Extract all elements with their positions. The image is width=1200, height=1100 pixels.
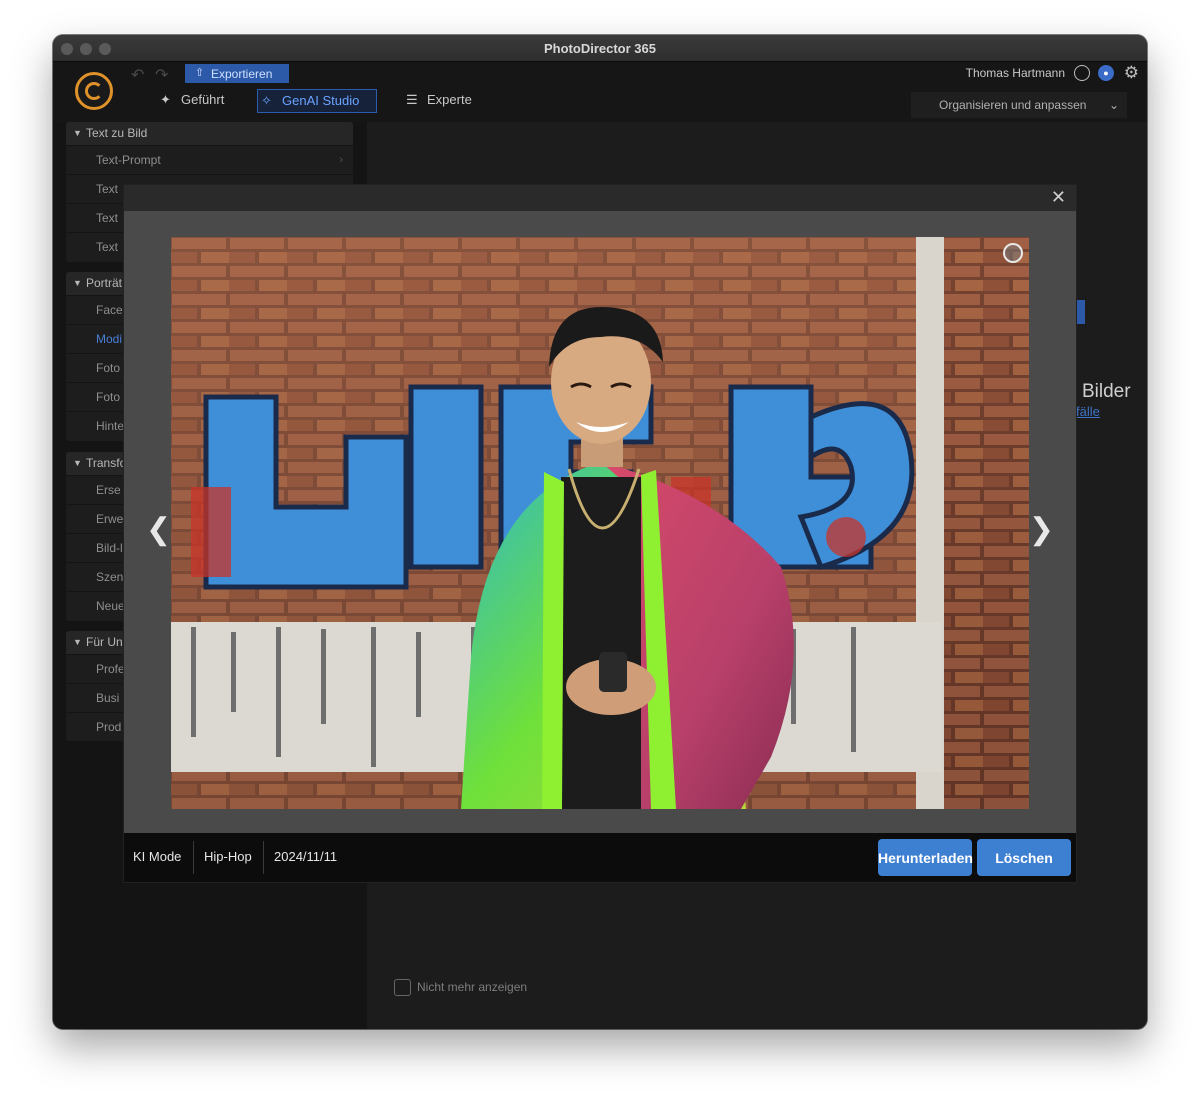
undo-icon[interactable]: ↶ <box>131 65 144 85</box>
sidebar-item-label: Modi <box>96 332 123 346</box>
download-button[interactable]: Herunterladen <box>878 839 973 876</box>
caret-down-icon: ▼ <box>73 278 82 288</box>
tab-expert-label: Experte <box>427 92 472 107</box>
chevron-left-icon[interactable]: ❮ <box>146 512 171 547</box>
notification-icon[interactable]: ● <box>1098 65 1114 81</box>
sidebar-item-label: Prod <box>96 720 122 734</box>
dialog-header: ✕ <box>124 185 1076 211</box>
magic-wand-icon: ✦ <box>160 92 171 107</box>
chevron-right-icon[interactable]: ❯ <box>1029 512 1054 547</box>
title-bar: PhotoDirector 365 <box>53 35 1147 62</box>
sidebar-item-label: Hinte <box>96 419 125 433</box>
photo-illustration <box>171 237 1029 809</box>
account-icon[interactable] <box>1074 65 1090 81</box>
sidebar-item-label: Text <box>96 211 119 225</box>
date-label: 2024/11/11 <box>274 849 338 864</box>
background-link[interactable]: fälle <box>1076 404 1100 419</box>
tab-guided-label: Geführt <box>181 92 225 107</box>
sidebar-item-label: Foto <box>96 390 121 404</box>
dont-show-label: Nicht mehr anzeigen <box>417 980 528 994</box>
layers-icon: ☰ <box>406 92 418 107</box>
sidebar-item-label: Neue <box>96 599 125 613</box>
user-name: Thomas Hartmann <box>965 66 1065 80</box>
window-title: PhotoDirector 365 <box>544 41 656 56</box>
generated-photo <box>171 237 1029 809</box>
gear-icon[interactable]: ⚙ <box>1124 63 1139 83</box>
group-header[interactable]: ▼ Text zu Bild <box>66 122 353 145</box>
redo-icon[interactable]: ↷ <box>155 65 168 85</box>
background-heading: Bilder <box>1082 381 1131 402</box>
sidebar-item-label: Profe <box>96 662 125 676</box>
chevron-right-icon: › <box>339 154 343 166</box>
sidebar-item-label: Text <box>96 240 119 254</box>
sidebar-item-label: Text <box>96 182 119 196</box>
image-preview-dialog: ✕ ❮ ❯ KI Mode Hip-Hop 2024/11/11 Herunte… <box>124 185 1076 882</box>
tab-expert[interactable]: ☰ Experte <box>403 89 493 113</box>
caret-down-icon: ▼ <box>73 128 82 138</box>
sidebar-item-label: Busi <box>96 691 120 705</box>
workspace-select[interactable]: Organisieren und anpassen ⌄ <box>911 92 1127 118</box>
style-label: Hip-Hop <box>204 849 252 864</box>
sidebar-item[interactable]: Text-Prompt › <box>66 145 353 173</box>
dont-show-checkbox[interactable] <box>394 979 411 996</box>
close-icon[interactable]: ✕ <box>1051 187 1066 208</box>
caret-down-icon: ▼ <box>73 637 82 647</box>
group-title: Porträt <box>86 276 123 290</box>
tab-guided[interactable]: ✦ Geführt <box>157 89 237 113</box>
group-title: Transfo <box>86 456 127 470</box>
background-accent <box>1076 300 1085 324</box>
sparkle-icon: ✧ <box>261 93 272 108</box>
export-icon: ⇧ <box>195 67 205 79</box>
mode-label: KI Mode <box>133 849 182 864</box>
app-logo <box>75 72 113 110</box>
separator <box>263 841 264 874</box>
export-button[interactable]: ⇧ Exportieren <box>185 64 289 83</box>
sidebar-item-label: Erwe <box>96 512 124 526</box>
tab-genai-label: GenAI Studio <box>282 93 360 108</box>
group-title: Text zu Bild <box>86 126 148 140</box>
main-toolbar: ↶ ↷ ⇧ Exportieren Thomas Hartmann ● ⚙ ✦ … <box>53 62 1147 122</box>
sidebar-item-label: Foto <box>96 361 121 375</box>
tab-genai-studio[interactable]: ✧ GenAI Studio <box>257 89 377 113</box>
sidebar-item-label: Szen <box>96 570 124 584</box>
export-label: Exportieren <box>211 66 273 81</box>
caret-down-icon: ▼ <box>73 458 82 468</box>
dialog-footer: KI Mode Hip-Hop 2024/11/11 Herunterladen… <box>124 833 1076 882</box>
sidebar-item-label: Erse <box>96 483 121 497</box>
select-image-toggle[interactable] <box>1003 243 1023 263</box>
delete-button[interactable]: Löschen <box>977 839 1071 876</box>
sidebar-item-label: Face <box>96 303 123 317</box>
group-title: Für Un <box>86 635 123 649</box>
separator <box>193 841 194 874</box>
sidebar-item-label: Text-Prompt <box>96 153 161 167</box>
chevron-down-icon: ⌄ <box>1108 98 1119 112</box>
sidebar-item-label: Bild-l <box>96 541 123 555</box>
workspace-select-value: Organisieren und anpassen <box>939 98 1087 112</box>
